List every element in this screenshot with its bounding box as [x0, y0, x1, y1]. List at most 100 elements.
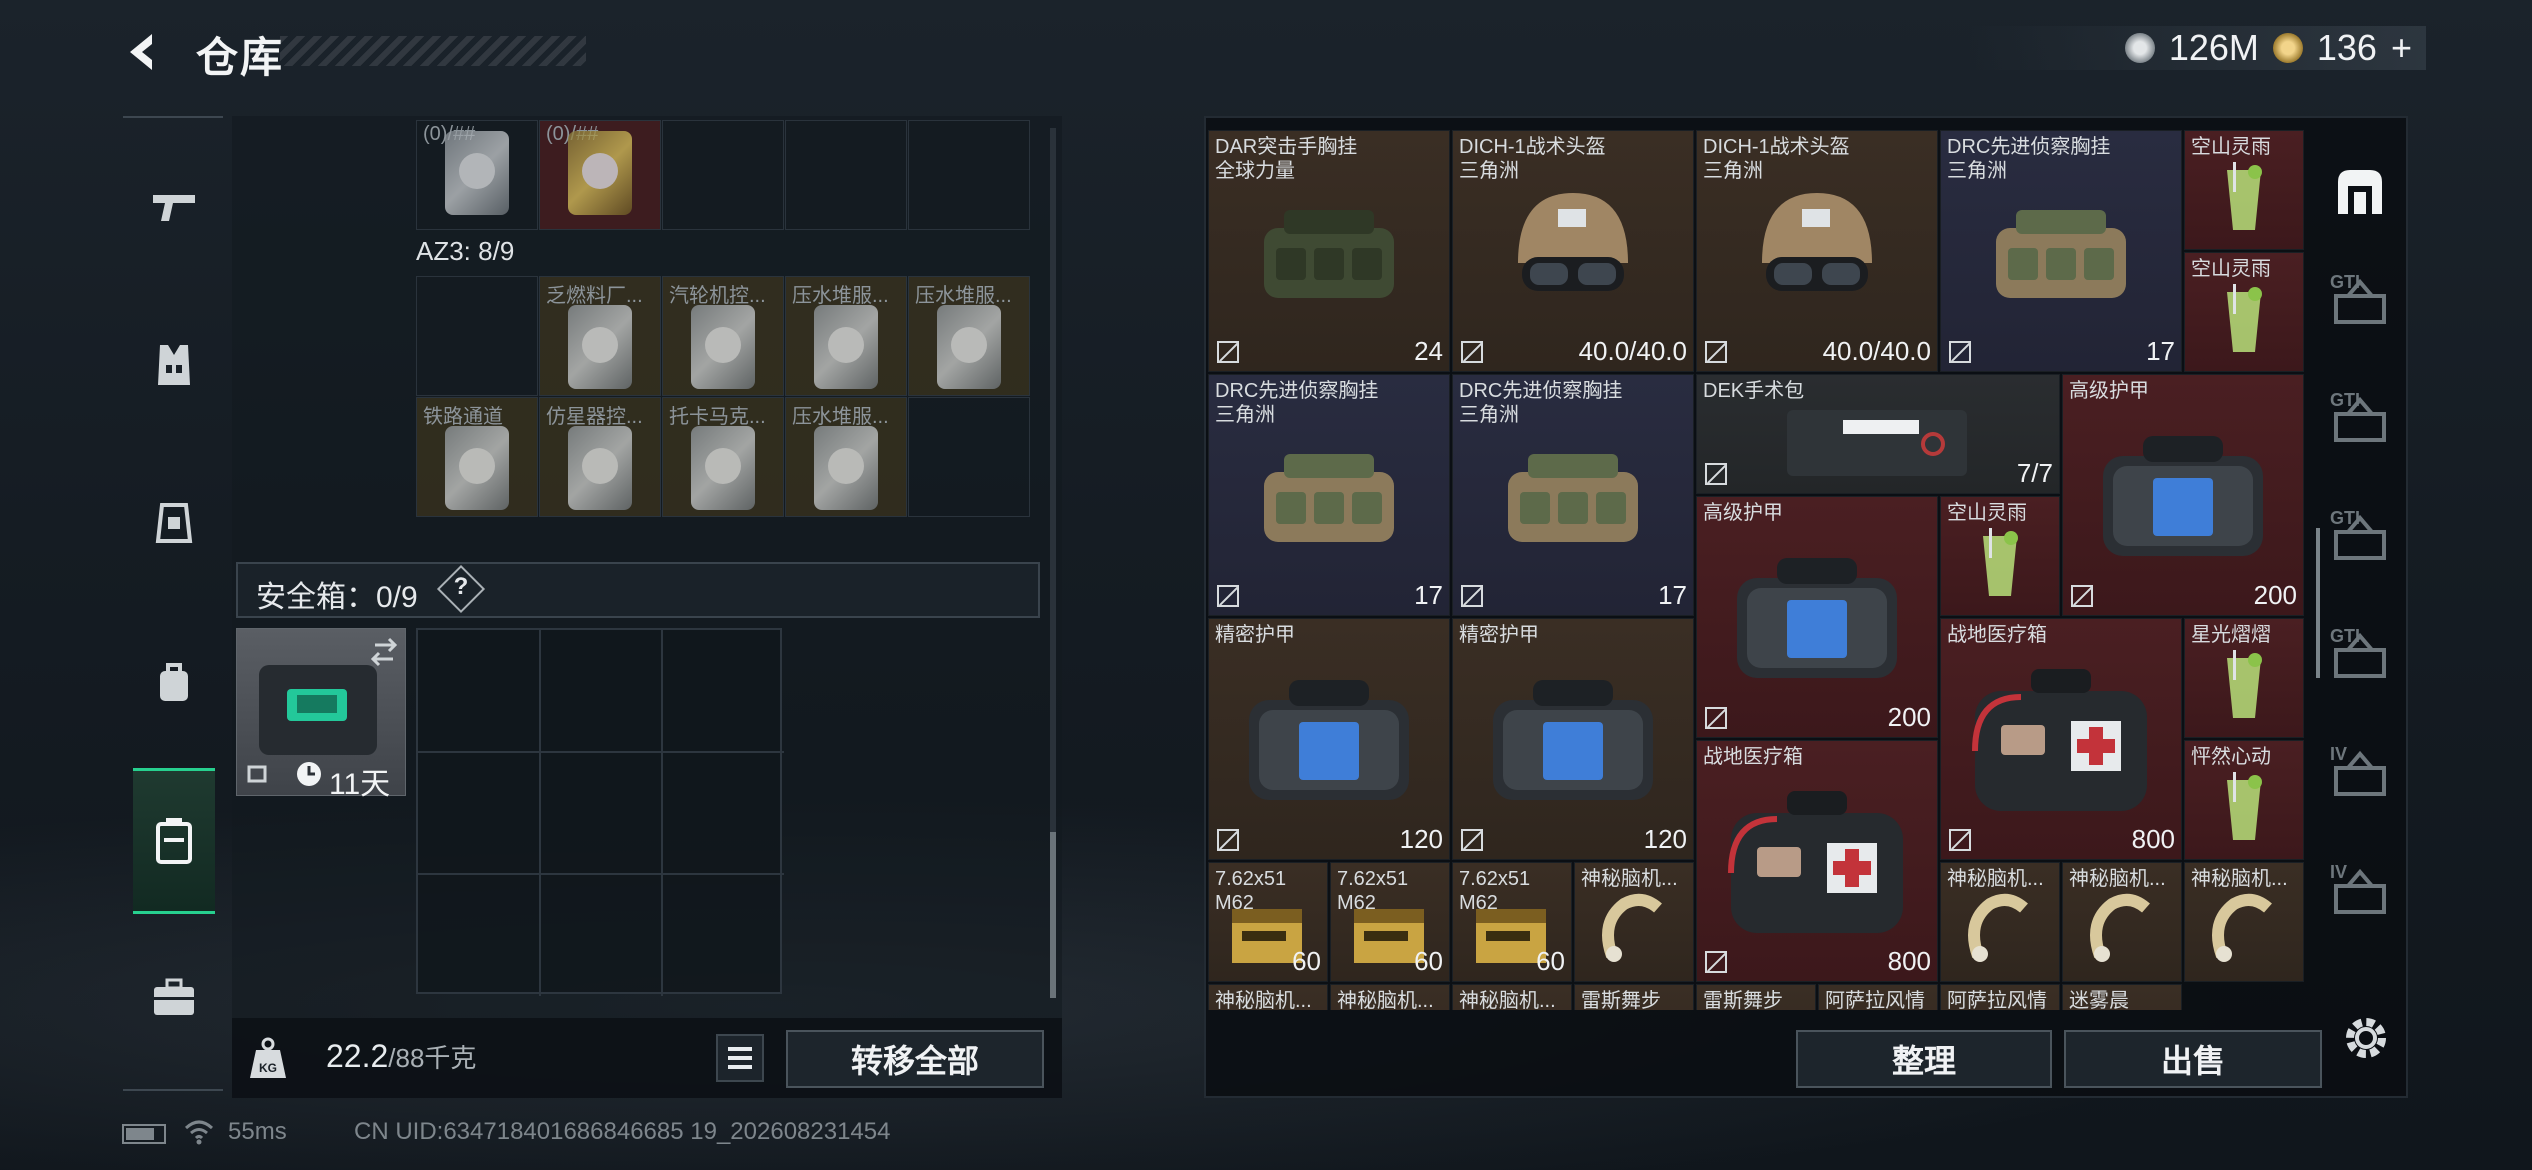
container-item[interactable]: 压水堆服...: [908, 276, 1030, 396]
safebox-item[interactable]: 11天: [236, 628, 406, 801]
stash-item[interactable]: 怦然心动: [2184, 740, 2304, 860]
stash-item[interactable]: 雷斯舞步: [1696, 984, 1816, 1010]
vest-icon: [1453, 409, 1693, 585]
map-filter-icon[interactable]: GTI: [2328, 270, 2392, 334]
device-icon: [2185, 889, 2303, 975]
container-slot[interactable]: (0)/##: [416, 120, 538, 230]
gold-amount: 136: [2316, 27, 2377, 68]
stash-item[interactable]: 空山灵雨: [1940, 496, 2060, 616]
container-item[interactable]: 乏燃料厂...: [539, 276, 661, 396]
sort-button[interactable]: 整理: [1796, 1030, 2052, 1088]
title-decoration: [280, 36, 586, 66]
stash-item[interactable]: 神秘脑机...: [1940, 862, 2060, 982]
stash-item[interactable]: 7.62x51 M62 60: [1330, 862, 1450, 982]
stash-item[interactable]: 高级护甲 200: [1696, 496, 1938, 738]
stash-item[interactable]: 7.62x51 M62 60: [1452, 862, 1572, 982]
gun-icon[interactable]: [133, 166, 215, 248]
empty-slot[interactable]: [908, 397, 1030, 517]
stash-item[interactable]: 空山灵雨: [2184, 130, 2304, 250]
item-name: 压水堆服...: [792, 406, 889, 428]
item-name: 星光熠熠: [2191, 624, 2271, 646]
item-name: 7.62x51 M62: [1459, 868, 1531, 914]
stash-item[interactable]: DRC先进侦察胸挂 三角洲 17: [1452, 374, 1694, 616]
stash-item[interactable]: 空山灵雨: [2184, 252, 2304, 372]
stash-item[interactable]: 精密护甲 120: [1452, 618, 1694, 860]
map-filter-icon[interactable]: IV: [2328, 860, 2392, 924]
container-scroll-thumb[interactable]: [1050, 832, 1056, 998]
empty-slot[interactable]: [908, 120, 1030, 230]
stash-item[interactable]: 雷斯舞步: [1574, 984, 1694, 1010]
sell-button[interactable]: 出售: [2064, 1030, 2322, 1088]
svg-text:KG: KG: [259, 1061, 277, 1075]
container-item[interactable]: 压水堆服...: [785, 397, 907, 517]
stash-item[interactable]: 高级护甲 200: [2062, 374, 2304, 616]
stash-item[interactable]: 神秘脑机...: [1574, 862, 1694, 982]
container-item[interactable]: 铁路通道: [416, 397, 538, 517]
stash-item[interactable]: 战地医疗箱 800: [1696, 740, 1938, 982]
weight-readout: 22.2/88千克: [326, 1038, 476, 1075]
no-insurance-icon: [1705, 951, 1727, 973]
stash-item[interactable]: 神秘脑机...: [1452, 984, 1572, 1010]
armor-icon[interactable]: [133, 482, 215, 564]
container-item[interactable]: 托卡马克...: [662, 397, 784, 517]
map-filter-icon[interactable]: GTI: [2328, 624, 2392, 688]
item-name: 汽轮机控...: [669, 285, 766, 307]
container-item[interactable]: 汽轮机控...: [662, 276, 784, 396]
empty-slot[interactable]: [785, 120, 907, 230]
back-arrow-icon[interactable]: [122, 30, 166, 74]
stash-item[interactable]: 7.62x51 M62 60: [1208, 862, 1328, 982]
medkit-icon: [1697, 401, 2059, 487]
stash-item[interactable]: 神秘脑机...: [2062, 862, 2182, 982]
item-value: 17: [2146, 336, 2175, 366]
stash-item[interactable]: 星光熠熠: [2184, 618, 2304, 738]
briefcase-icon[interactable]: [133, 956, 215, 1038]
map-filter-icon[interactable]: GTI: [2328, 506, 2392, 570]
empty-slot[interactable]: [662, 120, 784, 230]
item-name: 战地医疗箱: [1947, 624, 2047, 646]
empty-slot[interactable]: [416, 276, 538, 396]
transfer-all-button[interactable]: 转移全部: [786, 1030, 1044, 1088]
stash-item[interactable]: DICH-1战术头盔 三角洲 40.0/40.0: [1696, 130, 1938, 372]
item-name: 铁路通道: [423, 406, 503, 428]
stash-item[interactable]: DICH-1战术头盔 三角洲 40.0/40.0: [1452, 130, 1694, 372]
container-slot[interactable]: (0)/##: [539, 120, 661, 230]
stash-item[interactable]: DEK手术包 7/7: [1696, 374, 2060, 494]
az3-label: AZ3: 8/9: [416, 236, 515, 266]
vest-icon[interactable]: [133, 324, 215, 406]
stash-item[interactable]: 神秘脑机...: [1330, 984, 1450, 1010]
stash-item[interactable]: DAR突击手胸挂 全球力量 24: [1208, 130, 1450, 372]
item-value: 200: [1887, 702, 1931, 732]
settings-gear-icon[interactable]: [2338, 1010, 2394, 1066]
no-insurance-icon: [1461, 829, 1483, 851]
list-view-button[interactable]: [716, 1034, 764, 1082]
stash-item[interactable]: 阿萨拉风情: [1940, 984, 2060, 1010]
item-name: 高级护甲: [2069, 380, 2149, 402]
container-item[interactable]: 仿星器控...: [539, 397, 661, 517]
item-name: 空山灵雨: [1947, 502, 2027, 524]
vest-icon: [1209, 409, 1449, 585]
stash-item[interactable]: DRC先进侦察胸挂 三角洲 17: [1208, 374, 1450, 616]
stash-item[interactable]: 战地医疗箱 800: [1940, 618, 2182, 860]
add-gold-button[interactable]: +: [2391, 27, 2412, 69]
map-filter-icon[interactable]: GTI: [2328, 388, 2392, 452]
stash-item[interactable]: DRC先进侦察胸挂 三角洲 17: [1940, 130, 2182, 372]
firstaid-icon: [1697, 775, 1937, 951]
stash-item[interactable]: 神秘脑机...: [2184, 862, 2304, 982]
container-item[interactable]: 压水堆服...: [785, 276, 907, 396]
silver-amount: 126M: [2168, 27, 2259, 68]
safebox-icon[interactable]: [133, 768, 215, 914]
item-name: 阿萨拉风情: [1947, 990, 2047, 1010]
map-filter-label: GTI: [2330, 390, 2360, 410]
home-icon[interactable]: [2328, 160, 2392, 224]
map-filter-icon[interactable]: IV: [2328, 742, 2392, 806]
stash-item[interactable]: 精密护甲 120: [1208, 618, 1450, 860]
no-insurance-icon: [1217, 585, 1239, 607]
item-name: 战地医疗箱: [1703, 746, 1803, 768]
item-name: DICH-1战术头盔 三角洲: [1703, 136, 1850, 182]
safebox-grid[interactable]: [416, 628, 784, 996]
stash-item[interactable]: 神秘脑机...: [1208, 984, 1328, 1010]
stash-item[interactable]: 迷雾晨: [2062, 984, 2182, 1010]
backpack-icon[interactable]: [133, 640, 215, 722]
stash-item[interactable]: 阿萨拉风情: [1818, 984, 1938, 1010]
item-name: DAR突击手胸挂 全球力量: [1215, 136, 1358, 182]
